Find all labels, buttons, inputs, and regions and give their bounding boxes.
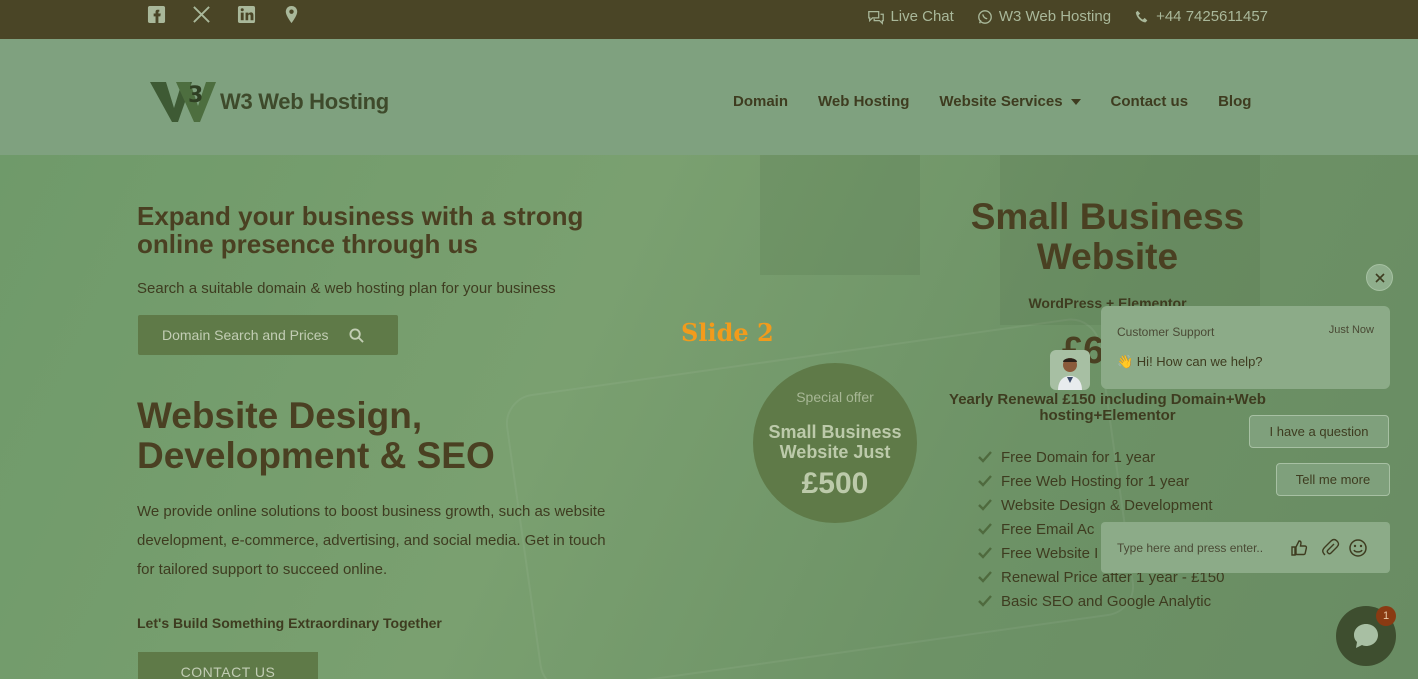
notification-badge: 1 [1376,606,1396,626]
nav-contact-us[interactable]: Contact us [1111,93,1189,110]
thumbs-up-icon[interactable] [1289,538,1309,558]
offer-label: Special offer [796,389,874,405]
hero-subtext: Search a suitable domain & web hosting p… [137,280,556,297]
chat-message: 👋 Hi! How can we help? [1117,354,1263,369]
hero-headline: Expand your business with a strong onlin… [137,201,584,259]
w3-logo-icon: 3 [150,82,216,122]
chat-message-input[interactable]: Type here and press enter.. [1101,522,1390,573]
live-chat-label: Live Chat [890,8,954,25]
phone-icon [1135,10,1148,22]
close-icon [1374,272,1385,283]
hero-decoration [760,155,920,275]
feature-label: Website Design & Development [1001,496,1213,514]
contact-us-button[interactable]: CONTACT US [138,652,318,679]
plan-title: Small Business Website [970,196,1245,277]
topbar-contact: Live Chat W3 Web Hosting +44 7425611457 [867,8,1268,25]
special-offer-badge: Special offer Small Business Website Jus… [753,363,917,523]
linkedin-icon[interactable] [237,5,256,24]
offer-title: Small Business Website Just [768,422,902,462]
avatar [1050,350,1090,390]
main-nav: Domain Web Hosting Website Services Cont… [733,93,1251,110]
chat-option-question[interactable]: I have a question [1249,415,1389,448]
nav-label: Website Services [939,93,1063,110]
live-chat-link[interactable]: Live Chat [867,8,954,25]
location-pin-icon[interactable] [282,5,301,24]
whatsapp-link[interactable]: W3 Web Hosting [976,8,1111,25]
nav-label: Web Hosting [818,93,910,110]
nav-blog[interactable]: Blog [1218,93,1251,110]
check-icon [978,451,992,463]
slide-label: Slide 2 [681,318,774,347]
feature-label: Free Web Hosting for 1 year [1001,472,1190,490]
emoji-icon[interactable] [1348,538,1368,558]
chat-timestamp: Just Now [1328,324,1374,336]
facebook-icon[interactable] [147,5,166,24]
feature-item: Basic SEO and Google Analytic [978,589,1224,613]
top-bar: Live Chat W3 Web Hosting +44 7425611457 [0,0,1418,39]
chat-icon [868,10,885,25]
feature-item: Website Design & Development [978,493,1224,517]
whatsapp-label: W3 Web Hosting [998,8,1112,25]
feature-label: Free Email Ac [1001,520,1095,538]
phone-link[interactable]: +44 7425611457 [1133,8,1268,25]
nav-website-services[interactable]: Website Services [939,93,1081,110]
plan-renewal: Yearly Renewal £150 including Domain+Web… [949,391,1266,424]
check-icon [978,523,992,535]
site-header: 3 W3 Web Hosting Domain Web Hosting Webs… [0,39,1418,155]
chat-bubble-icon [1354,624,1378,648]
chat-close-button[interactable] [1366,264,1393,291]
phone-number: +44 7425611457 [1156,8,1268,25]
social-links [147,5,301,24]
nav-label: Domain [733,93,789,110]
x-icon[interactable] [192,5,211,24]
chat-greeting-bubble: Customer Support Just Now 👋 Hi! How can … [1101,306,1390,389]
logo-text: W3 Web Hosting [220,89,389,114]
feature-item: Free Web Hosting for 1 year [978,469,1224,493]
nav-domain[interactable]: Domain [733,93,788,110]
check-icon [978,595,992,607]
nav-label: Blog [1218,93,1252,110]
chat-option-tell-more[interactable]: Tell me more [1276,463,1390,496]
domain-search-label: Domain Search and Prices [162,327,329,343]
services-title: Website Design, Development & SEO [137,395,495,476]
tagline: Let's Build Something Extraordinary Toge… [137,615,442,631]
nav-web-hosting[interactable]: Web Hosting [818,93,909,110]
search-icon [349,327,364,343]
services-description: We provide online solutions to boost bus… [137,503,606,578]
feature-label: Free Website I [1001,544,1099,562]
whatsapp-icon [977,9,992,24]
domain-search-button[interactable]: Domain Search and Prices [138,315,398,355]
feature-label: Free Domain for 1 year [1001,448,1156,466]
feature-label: Basic SEO and Google Analytic [1001,592,1212,610]
attachment-icon[interactable] [1320,538,1340,558]
feature-item: Free Domain for 1 year [978,445,1224,469]
chat-input-placeholder: Type here and press enter.. [1117,541,1264,555]
check-icon [978,547,992,559]
chevron-down-icon [1070,98,1081,105]
chat-agent-name: Customer Support [1117,325,1215,339]
site-logo[interactable]: 3 W3 Web Hosting [150,80,389,124]
nav-label: Contact us [1110,93,1189,110]
check-icon [978,475,992,487]
check-icon [978,499,992,511]
offer-price: £500 [801,467,869,500]
check-icon [978,571,992,583]
svg-text:3: 3 [188,83,203,108]
